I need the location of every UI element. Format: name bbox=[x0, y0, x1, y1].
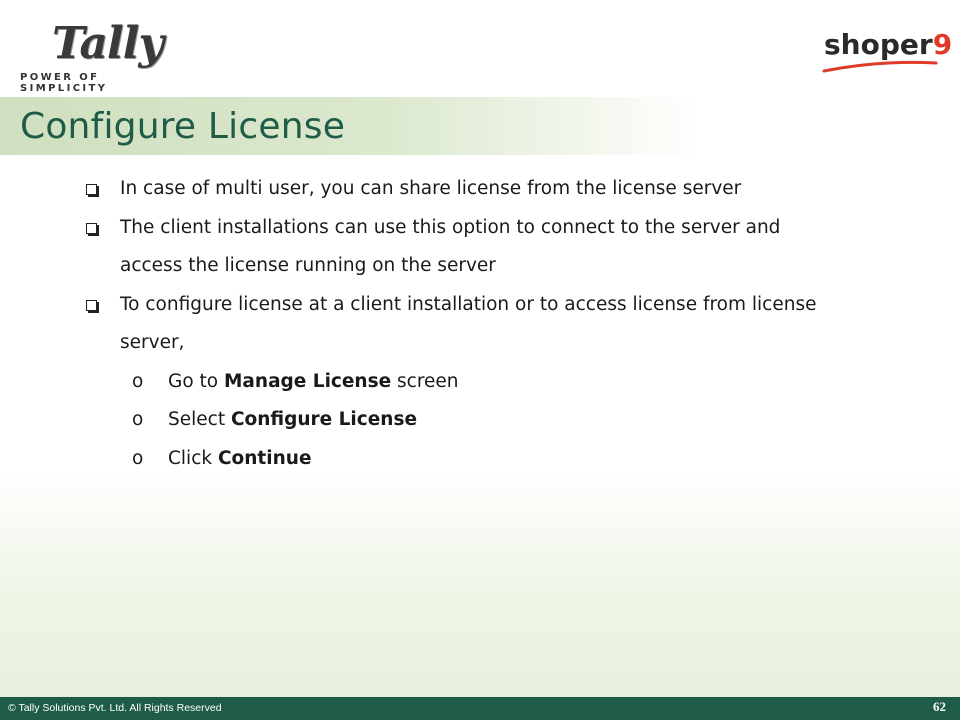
bullet-text: In case of multi user, you can share lic… bbox=[120, 178, 742, 199]
checkbox-bullet-icon bbox=[86, 184, 97, 195]
shoper-logo-text: shoper bbox=[824, 28, 933, 61]
bullet-item: To configure license at a client install… bbox=[86, 286, 936, 363]
step-prefix: Go to bbox=[168, 370, 224, 392]
shoper-logo-wordmark: shoper9 bbox=[824, 28, 952, 61]
step-suffix: screen bbox=[391, 370, 459, 392]
bullet-text: The client installations can use this op… bbox=[120, 216, 781, 238]
step-item: o Click Continue bbox=[86, 440, 936, 479]
step-marker: o bbox=[132, 447, 144, 469]
checkbox-bullet-icon bbox=[86, 299, 97, 311]
bullet-text: To configure license at a client install… bbox=[120, 293, 817, 315]
tally-logo-wordmark: Tally bbox=[52, 18, 164, 69]
slide: Tally POWER OF SIMPLICITY shoper9 Config… bbox=[0, 0, 960, 720]
tally-logo: Tally POWER OF SIMPLICITY bbox=[18, 12, 188, 94]
content-area: In case of multi user, you can share lic… bbox=[86, 170, 936, 478]
page-number: 62 bbox=[933, 699, 946, 714]
step-prefix: Click bbox=[168, 447, 218, 469]
step-prefix: Select bbox=[168, 409, 231, 430]
step-item: o Go to Manage License screen bbox=[86, 363, 936, 402]
step-marker: o bbox=[132, 370, 144, 392]
slide-title: Configure License bbox=[20, 106, 346, 147]
step-bold: Configure License bbox=[230, 409, 418, 430]
checkbox-bullet-icon bbox=[86, 222, 97, 234]
bullet-item: The client installations can use this op… bbox=[86, 209, 936, 286]
copyright-text: © Tally Solutions Pvt. Ltd. All Rights R… bbox=[8, 702, 222, 714]
bullet-text-continued: server, bbox=[120, 332, 185, 353]
bullet-text-continued: access the license running on the server bbox=[120, 255, 496, 276]
tally-tagline: POWER OF SIMPLICITY bbox=[20, 72, 108, 94]
bullet-item: In case of multi user, you can share lic… bbox=[86, 170, 936, 209]
shoper-logo: shoper9 bbox=[820, 28, 952, 78]
step-marker: o bbox=[132, 409, 144, 430]
shoper-logo-number: 9 bbox=[932, 28, 953, 61]
step-item: o Select Configure License bbox=[86, 401, 936, 440]
swoosh-icon bbox=[822, 60, 938, 73]
step-bold: Manage License bbox=[224, 370, 392, 392]
step-bold: Continue bbox=[217, 447, 312, 469]
